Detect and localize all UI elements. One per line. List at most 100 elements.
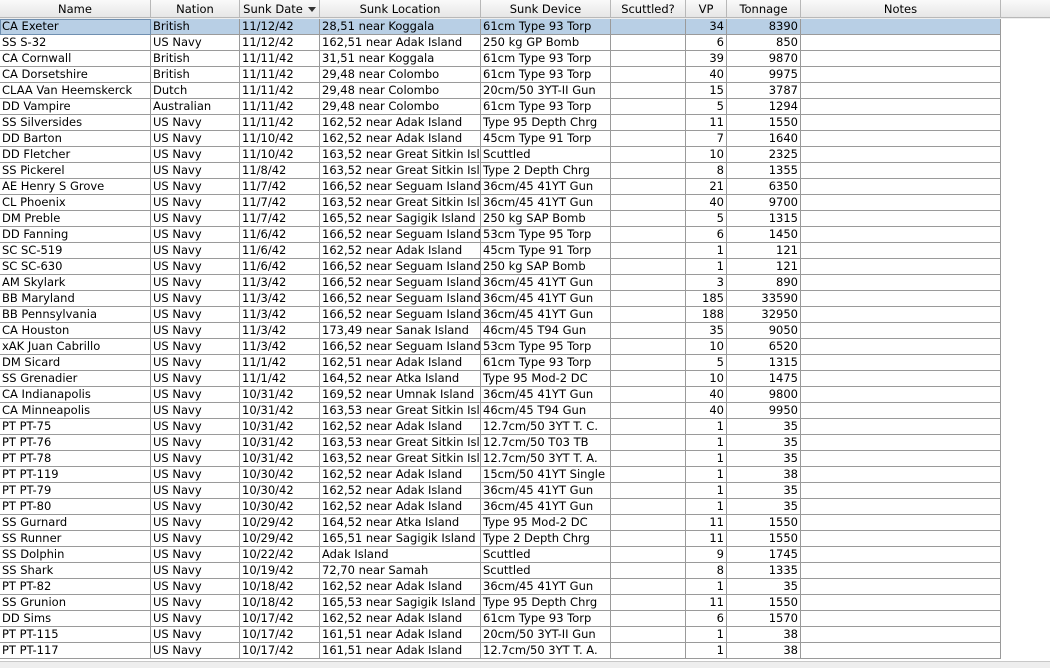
cell-date[interactable]: 11/3/42: [240, 275, 320, 291]
cell-tonnage[interactable]: 35: [727, 579, 801, 595]
cell-date[interactable]: 10/30/42: [240, 483, 320, 499]
cell-location[interactable]: 166,52 near Seguam Island: [320, 339, 481, 355]
cell-date[interactable]: 10/17/42: [240, 611, 320, 627]
cell-name[interactable]: CA Minneapolis: [0, 403, 151, 419]
table-row[interactable]: CA Dorsetshire British 11/11/42 29,48 near …: [0, 67, 1001, 83]
cell-notes[interactable]: [801, 259, 1001, 275]
cell-device[interactable]: 53cm Type 95 Torp: [481, 339, 611, 355]
cell-device[interactable]: 36cm/45 41YT Gun: [481, 307, 611, 323]
cell-vp[interactable]: 21: [686, 179, 727, 195]
cell-scuttled[interactable]: [611, 515, 686, 531]
cell-vp[interactable]: 1: [686, 467, 727, 483]
cell-device[interactable]: 15cm/50 41YT Single: [481, 467, 611, 483]
cell-device[interactable]: 12.7cm/50 T03 TB: [481, 435, 611, 451]
cell-device[interactable]: Scuttled: [481, 563, 611, 579]
cell-date[interactable]: 11/8/42: [240, 163, 320, 179]
cell-notes[interactable]: [801, 371, 1001, 387]
cell-vp[interactable]: 10: [686, 371, 727, 387]
cell-scuttled[interactable]: [611, 499, 686, 515]
cell-device[interactable]: Type 95 Depth Chrg: [481, 115, 611, 131]
table-row[interactable]: PT PT-82 US Navy 10/18/42 162,52 near Adak …: [0, 579, 1001, 595]
cell-nation[interactable]: US Navy: [151, 291, 240, 307]
cell-date[interactable]: 10/18/42: [240, 579, 320, 595]
cell-notes[interactable]: [801, 323, 1001, 339]
cell-scuttled[interactable]: [611, 19, 686, 35]
cell-name[interactable]: SS Grunion: [0, 595, 151, 611]
cell-notes[interactable]: [801, 387, 1001, 403]
cell-vp[interactable]: 6: [686, 611, 727, 627]
column-header-name[interactable]: Name: [0, 0, 151, 18]
cell-nation[interactable]: US Navy: [151, 275, 240, 291]
cell-nation[interactable]: US Navy: [151, 483, 240, 499]
cell-notes[interactable]: [801, 595, 1001, 611]
cell-tonnage[interactable]: 9975: [727, 67, 801, 83]
cell-location[interactable]: 162,52 near Adak Island: [320, 579, 481, 595]
cell-name[interactable]: SS Pickerel: [0, 163, 151, 179]
cell-nation[interactable]: US Navy: [151, 451, 240, 467]
cell-nation[interactable]: US Navy: [151, 563, 240, 579]
table-row[interactable]: SS Gurnard US Navy 10/29/42 164,52 near Atk…: [0, 515, 1001, 531]
cell-location[interactable]: 162,52 near Adak Island: [320, 419, 481, 435]
cell-location[interactable]: 29,48 near Colombo: [320, 83, 481, 99]
cell-tonnage[interactable]: 38: [727, 467, 801, 483]
cell-nation[interactable]: US Navy: [151, 499, 240, 515]
cell-device[interactable]: 20cm/50 3YT-II Gun: [481, 627, 611, 643]
cell-vp[interactable]: 40: [686, 387, 727, 403]
cell-vp[interactable]: 1: [686, 243, 727, 259]
cell-name[interactable]: PT PT-80: [0, 499, 151, 515]
cell-vp[interactable]: 40: [686, 195, 727, 211]
cell-notes[interactable]: [801, 355, 1001, 371]
cell-vp[interactable]: 1: [686, 627, 727, 643]
table-row[interactable]: DD Vampire Australian 11/11/42 29,48 near C…: [0, 99, 1001, 115]
cell-device[interactable]: 36cm/45 41YT Gun: [481, 387, 611, 403]
cell-vp[interactable]: 1: [686, 483, 727, 499]
cell-tonnage[interactable]: 3787: [727, 83, 801, 99]
cell-name[interactable]: PT PT-78: [0, 451, 151, 467]
cell-device[interactable]: 61cm Type 93 Torp: [481, 99, 611, 115]
cell-date[interactable]: 10/17/42: [240, 643, 320, 659]
cell-vp[interactable]: 6: [686, 35, 727, 51]
cell-nation[interactable]: British: [151, 51, 240, 67]
cell-scuttled[interactable]: [611, 627, 686, 643]
cell-date[interactable]: 11/11/42: [240, 51, 320, 67]
cell-date[interactable]: 10/29/42: [240, 531, 320, 547]
table-row[interactable]: CL Phoenix US Navy 11/7/42 163,52 near Grea…: [0, 195, 1001, 211]
cell-nation[interactable]: US Navy: [151, 195, 240, 211]
cell-name[interactable]: SS S-32: [0, 35, 151, 51]
table-row[interactable]: DM Preble US Navy 11/7/42 165,52 near Sagig…: [0, 211, 1001, 227]
cell-tonnage[interactable]: 9050: [727, 323, 801, 339]
cell-date[interactable]: 11/11/42: [240, 83, 320, 99]
cell-vp[interactable]: 10: [686, 339, 727, 355]
cell-nation[interactable]: US Navy: [151, 371, 240, 387]
table-row[interactable]: PT PT-79 US Navy 10/30/42 162,52 near Adak …: [0, 483, 1001, 499]
cell-location[interactable]: 166,52 near Seguam Island: [320, 307, 481, 323]
table-row[interactable]: PT PT-76 US Navy 10/31/42 163,53 near Great…: [0, 435, 1001, 451]
cell-tonnage[interactable]: 1550: [727, 595, 801, 611]
table-row[interactable]: SS Runner US Navy 10/29/42 165,51 near Sagi…: [0, 531, 1001, 547]
column-header-vp[interactable]: VP: [686, 0, 727, 18]
table-row[interactable]: SC SC-519 US Navy 11/6/42 162,52 near Adak …: [0, 243, 1001, 259]
cell-name[interactable]: CA Exeter: [0, 19, 151, 35]
cell-device[interactable]: Scuttled: [481, 147, 611, 163]
cell-vp[interactable]: 8: [686, 563, 727, 579]
table-row[interactable]: DD Sims US Navy 10/17/42 162,52 near Adak I…: [0, 611, 1001, 627]
cell-name[interactable]: AE Henry S Grove: [0, 179, 151, 195]
cell-device[interactable]: 53cm Type 95 Torp: [481, 227, 611, 243]
cell-location[interactable]: 162,52 near Adak Island: [320, 115, 481, 131]
cell-tonnage[interactable]: 9700: [727, 195, 801, 211]
cell-date[interactable]: 10/30/42: [240, 467, 320, 483]
table-row[interactable]: BB Maryland US Navy 11/3/42 166,52 near Seg…: [0, 291, 1001, 307]
table-row[interactable]: AM Skylark US Navy 11/3/42 166,52 near Segu…: [0, 275, 1001, 291]
cell-vp[interactable]: 5: [686, 211, 727, 227]
cell-date[interactable]: 11/7/42: [240, 179, 320, 195]
cell-nation[interactable]: US Navy: [151, 131, 240, 147]
cell-tonnage[interactable]: 32950: [727, 307, 801, 323]
cell-notes[interactable]: [801, 435, 1001, 451]
cell-name[interactable]: CLAA Van Heemskerck: [0, 83, 151, 99]
cell-notes[interactable]: [801, 35, 1001, 51]
cell-device[interactable]: Type 95 Mod-2 DC: [481, 371, 611, 387]
cell-location[interactable]: 165,53 near Sagigik Island: [320, 595, 481, 611]
cell-tonnage[interactable]: 1355: [727, 163, 801, 179]
cell-scuttled[interactable]: [611, 387, 686, 403]
cell-location[interactable]: 163,52 near Great Sitkin Isl...: [320, 195, 481, 211]
